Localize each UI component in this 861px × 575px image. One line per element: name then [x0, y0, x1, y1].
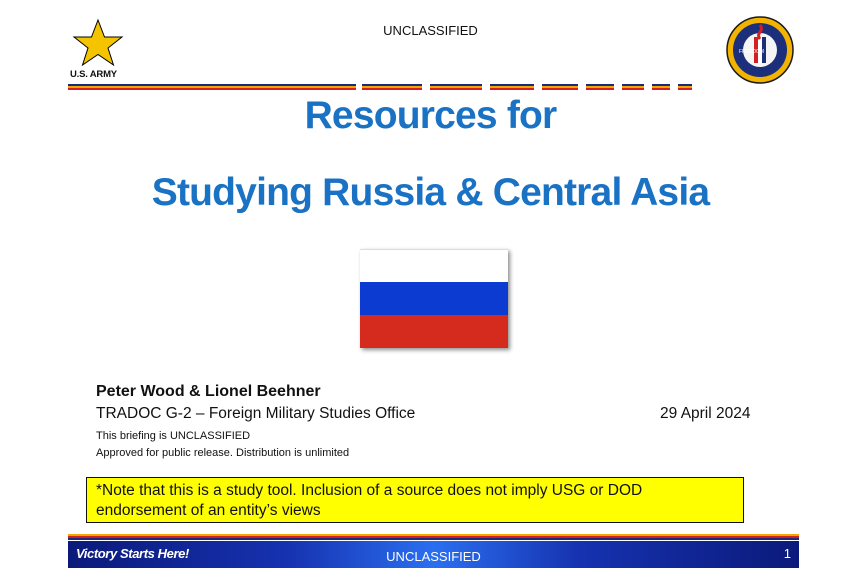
classification-bottom: UNCLASSIFIED: [386, 549, 481, 564]
header-stripe-red: [68, 88, 356, 90]
svg-text:FREEDOM: FREEDOM: [739, 49, 764, 55]
release-statement: Approved for public release. Distributio…: [96, 447, 350, 459]
disclaimer-note: *Note that this is a study tool. Inclusi…: [86, 477, 744, 523]
tradoc-seal-icon: FREEDOM: [725, 15, 795, 85]
footer-stripes: [68, 534, 799, 540]
header-dash-red: [362, 88, 728, 90]
briefing-classification: This briefing is UNCLASSIFIED: [96, 430, 251, 442]
russia-flag-icon: [360, 249, 508, 348]
footer-bar: Victory Starts Here! UNCLASSIFIED 1: [68, 541, 799, 568]
title-line-2: Studying Russia & Central Asia: [151, 171, 710, 214]
title-line-1: Resources for: [304, 94, 558, 137]
page-number: 1: [783, 546, 791, 561]
briefing-date: 29 April 2024: [660, 405, 751, 422]
army-label: U.S. ARMY: [70, 69, 117, 80]
authors: Peter Wood & Lionel Beehner: [96, 383, 321, 400]
organization: TRADOC G-2 – Foreign Military Studies Of…: [96, 405, 416, 422]
